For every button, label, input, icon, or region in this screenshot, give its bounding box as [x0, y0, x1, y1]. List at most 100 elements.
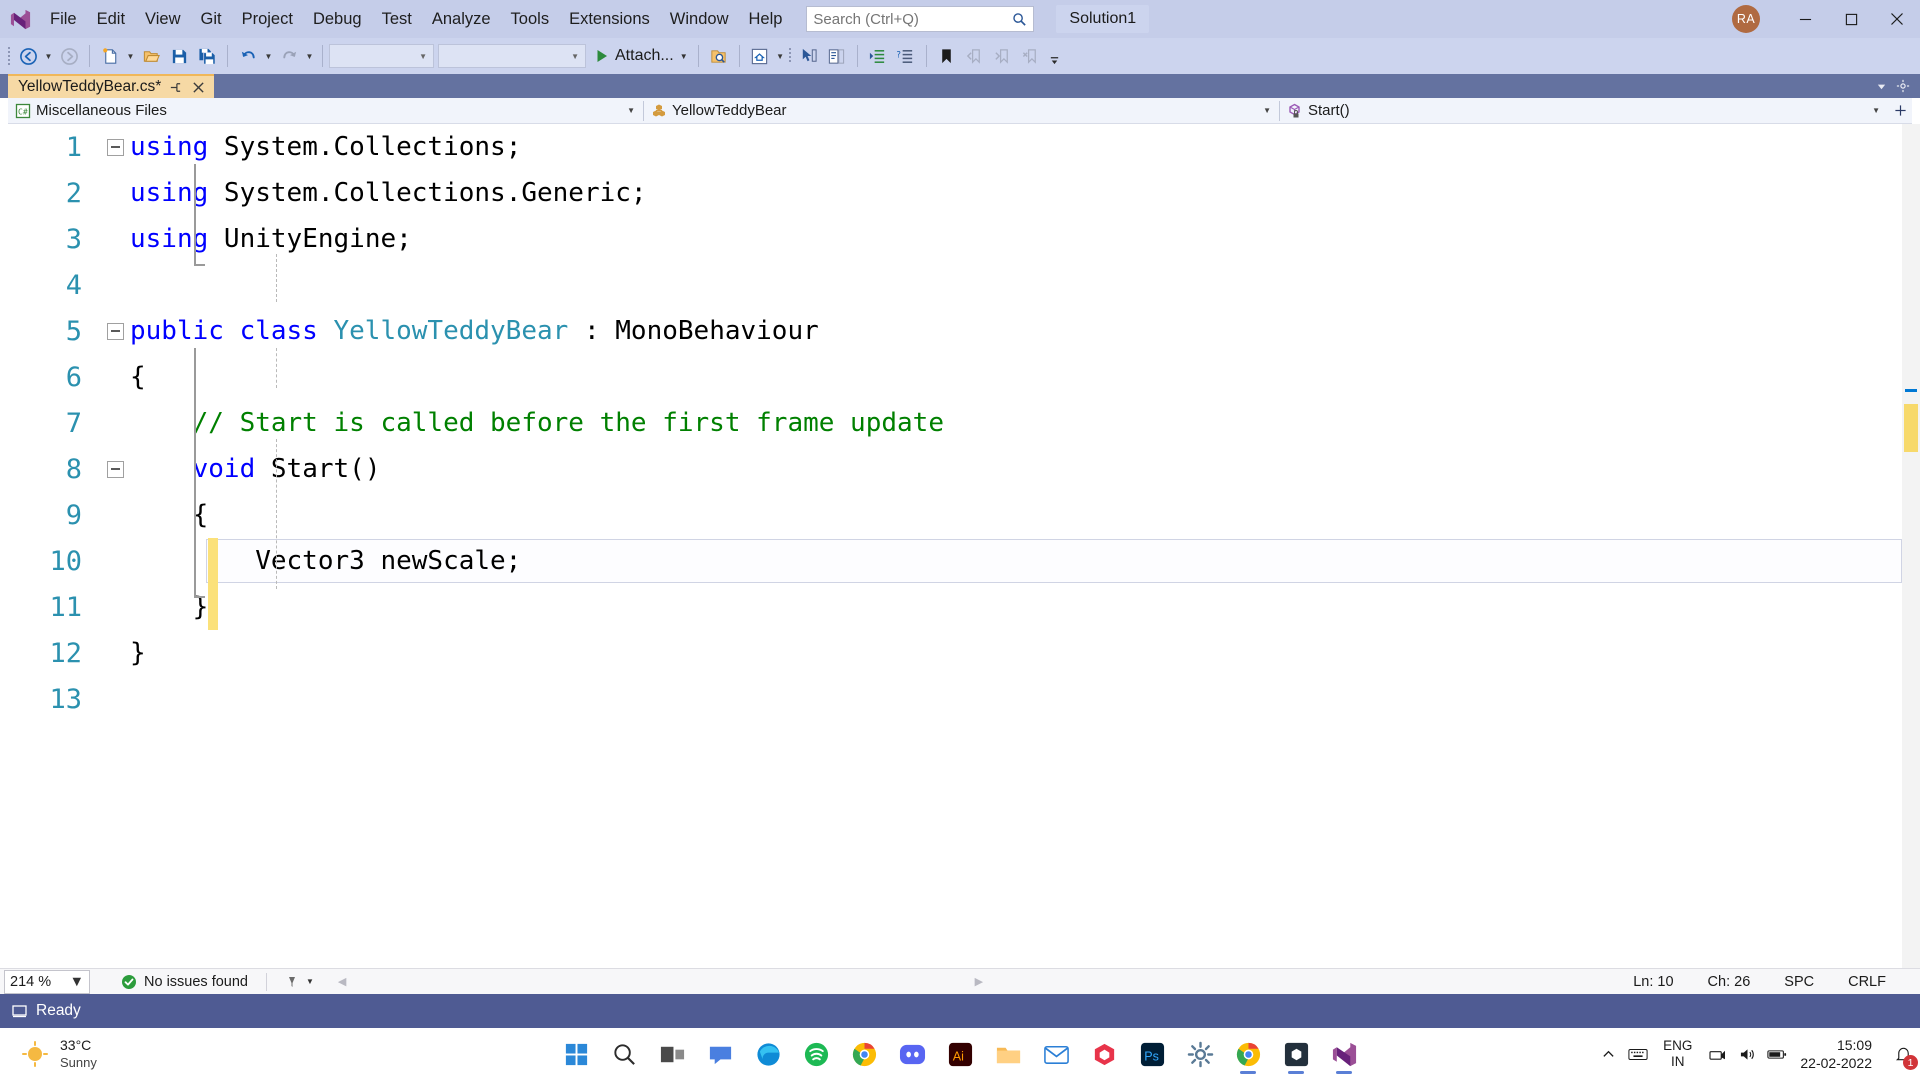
navbar-expand-button[interactable]	[1888, 98, 1912, 124]
menu-item-test[interactable]: Test	[372, 4, 422, 34]
open-file-button[interactable]	[137, 42, 165, 70]
line-indicator[interactable]: Ln: 10	[1633, 974, 1673, 990]
search-input-box[interactable]	[806, 6, 1035, 32]
network-icon[interactable]	[1702, 1028, 1732, 1080]
column-indicator[interactable]: Ch: 26	[1708, 974, 1751, 990]
find-in-files-button[interactable]	[705, 42, 733, 70]
outlining-glyph[interactable]	[100, 460, 130, 478]
menu-item-git[interactable]: Git	[191, 4, 232, 34]
home-button[interactable]	[746, 42, 774, 70]
solution-name[interactable]: Solution1	[1056, 5, 1150, 33]
taskbar-mail[interactable]	[1035, 1032, 1077, 1076]
taskbar-unity-hub[interactable]	[1083, 1032, 1125, 1076]
navigate-back-button[interactable]	[14, 42, 42, 70]
minimize-button[interactable]	[1782, 0, 1828, 38]
search-input[interactable]	[813, 10, 1013, 28]
issue-filter-control[interactable]: ▼	[285, 974, 314, 990]
taskbar-photoshop[interactable]: Ps	[1131, 1032, 1173, 1076]
increase-indent-button[interactable]	[864, 42, 892, 70]
code-line[interactable]: 6{	[8, 354, 1912, 400]
active-files-dropdown-icon[interactable]	[1870, 74, 1892, 98]
code-editor[interactable]: 1 using System.Collections; 2 using System.…	[8, 124, 1912, 968]
toolbar-grip-2[interactable]	[787, 44, 795, 68]
clear-bookmarks-button[interactable]	[1017, 42, 1045, 70]
solution-platform-combo[interactable]: ▼	[438, 44, 586, 68]
taskbar-unity-editor[interactable]	[1275, 1032, 1317, 1076]
undo-button[interactable]	[234, 42, 262, 70]
code-line[interactable]: 1 using System.Collections;	[8, 124, 1912, 170]
code-line[interactable]: 8 void Start()	[8, 446, 1912, 492]
decrease-indent-button[interactable]: ?	[892, 42, 920, 70]
outlining-glyph[interactable]	[100, 322, 130, 340]
taskbar-visual-studio[interactable]	[1323, 1032, 1365, 1076]
navigate-back-dropdown[interactable]: ▼	[42, 42, 55, 70]
document-tab-yellowteddybear[interactable]: YellowTeddyBear.cs*	[8, 74, 215, 98]
code-line[interactable]: 9 {	[8, 492, 1912, 538]
redo-dropdown[interactable]: ▼	[303, 42, 316, 70]
language-indicator[interactable]: ENG IN	[1663, 1038, 1692, 1070]
pointer-select-button[interactable]	[795, 42, 823, 70]
code-line[interactable]: 7 // Start is called before the first fr…	[8, 400, 1912, 446]
editor-vertical-scrollbar[interactable]	[1902, 124, 1920, 968]
zoom-level-combo[interactable]: 214 % ▼	[4, 969, 90, 994]
code-line[interactable]: 3 using UnityEngine;	[8, 216, 1912, 262]
next-bookmark-button[interactable]	[989, 42, 1017, 70]
menu-item-tools[interactable]: Tools	[501, 4, 560, 34]
menu-item-file[interactable]: File	[40, 4, 87, 34]
attach-button[interactable]: Attach... ▼	[590, 42, 692, 70]
weather-widget[interactable]: 33°C Sunny	[18, 1037, 97, 1071]
taskbar-spotify[interactable]	[795, 1032, 837, 1076]
taskbar-discord[interactable]	[891, 1032, 933, 1076]
code-line[interactable]: 5 public class YellowTeddyBear : MonoBeha…	[8, 308, 1912, 354]
collapse-region-icon[interactable]	[106, 138, 124, 156]
issues-status[interactable]: No issues found	[120, 973, 248, 991]
volume-icon[interactable]	[1732, 1028, 1762, 1080]
code-lines-container[interactable]: 1 using System.Collections; 2 using System.…	[8, 124, 1912, 968]
navbar-member-dropdown[interactable]: Start() ▼	[1280, 98, 1888, 124]
redo-button[interactable]	[275, 42, 303, 70]
close-button[interactable]	[1874, 0, 1920, 38]
code-line[interactable]: 12}	[8, 630, 1912, 676]
code-line[interactable]: 2 using System.Collections.Generic;	[8, 170, 1912, 216]
save-button[interactable]	[165, 42, 193, 70]
battery-icon[interactable]	[1762, 1028, 1792, 1080]
save-all-button[interactable]	[193, 42, 221, 70]
undo-dropdown[interactable]: ▼	[262, 42, 275, 70]
taskbar-file-explorer[interactable]	[987, 1032, 1029, 1076]
comment-selection-button[interactable]	[823, 42, 851, 70]
menu-item-help[interactable]: Help	[738, 4, 792, 34]
toolbar-overflow-button[interactable]	[1045, 42, 1065, 70]
toggle-bookmark-button[interactable]	[933, 42, 961, 70]
taskbar-illustrator[interactable]: Ai	[939, 1032, 981, 1076]
next-issue-button[interactable]: ▶	[975, 975, 983, 988]
navbar-type-dropdown[interactable]: YellowTeddyBear ▼	[644, 98, 1279, 124]
home-dropdown[interactable]: ▼	[774, 42, 787, 70]
new-file-dropdown[interactable]: ▼	[124, 42, 137, 70]
avatar[interactable]: RA	[1732, 5, 1760, 33]
code-line[interactable]: 13	[8, 676, 1912, 722]
taskbar-start-button[interactable]	[555, 1032, 597, 1076]
taskbar-chrome-window[interactable]	[1227, 1032, 1269, 1076]
menu-item-view[interactable]: View	[135, 4, 190, 34]
taskbar-google-chrome[interactable]	[843, 1032, 885, 1076]
keyboard-icon[interactable]	[1623, 1028, 1653, 1080]
collapse-region-icon[interactable]	[106, 322, 124, 340]
taskbar-chat[interactable]	[699, 1032, 741, 1076]
clock[interactable]: 15:09 22-02-2022	[1800, 1036, 1872, 1072]
navbar-project-dropdown[interactable]: C# Miscellaneous Files ▼	[8, 98, 643, 124]
taskbar-search[interactable]	[603, 1032, 645, 1076]
menu-item-project[interactable]: Project	[232, 4, 303, 34]
code-line[interactable]: 11 }	[8, 584, 1912, 630]
tab-settings-icon[interactable]	[1892, 74, 1914, 98]
taskbar-task-view[interactable]	[651, 1032, 693, 1076]
new-file-button[interactable]	[96, 42, 124, 70]
code-line[interactable]: 4	[8, 262, 1912, 308]
code-line[interactable]: 10 Vector3 newScale;	[8, 538, 1912, 584]
previous-bookmark-button[interactable]	[961, 42, 989, 70]
toolbar-grip[interactable]	[6, 44, 14, 68]
taskbar-settings[interactable]	[1179, 1032, 1221, 1076]
collapse-region-icon[interactable]	[106, 460, 124, 478]
outlining-glyph[interactable]	[100, 138, 130, 156]
notification-center-button[interactable]: 1	[1886, 1028, 1920, 1080]
attach-dropdown-icon[interactable]: ▼	[680, 52, 688, 61]
